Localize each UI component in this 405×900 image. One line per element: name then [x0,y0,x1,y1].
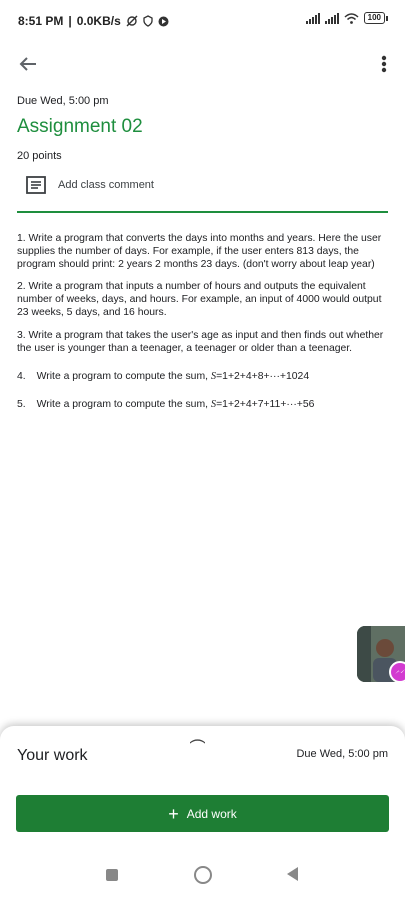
add-work-label: Add work [186,806,237,821]
question-5-sum: =1+2+4+7+11+···+56 [216,399,315,411]
question-4: 4. Write a program to compute the sum, S… [17,371,389,384]
points-label: 20 points [17,150,62,162]
question-5-text: Write a program to compute the sum, [36,399,208,411]
comment-icon [26,176,46,194]
question-1: 1. Write a program that converts the day… [17,233,382,270]
status-bar: 8:51 PM | 0.0KB/s 100 [0,0,405,40]
nav-back-icon[interactable] [287,867,298,881]
your-work-title: Your work [17,747,88,764]
more-options-button[interactable] [377,50,391,78]
signal-icon [305,12,320,24]
arrow-back-icon [19,57,36,71]
back-button[interactable] [14,50,42,78]
alarm-off-icon [126,15,138,27]
divider [17,211,388,213]
add-work-button[interactable]: + Add work [16,795,389,832]
more-vert-icon [381,55,387,73]
question-5: 5. Write a program to compute the sum, S… [17,399,389,412]
status-time: 8:51 PM [18,14,64,28]
system-nav-bar [0,858,405,894]
sheet-handle-icon[interactable]: ( [189,738,207,743]
messenger-badge-icon [389,661,405,683]
instructions: 1. Write a program that converts the day… [17,233,389,427]
question-4-text: Write a program to compute the sum, [36,371,208,383]
notification-dot-icon [158,16,169,26]
add-class-comment-button[interactable]: Add class comment [26,176,154,194]
plus-icon: + [168,803,179,824]
question-4-sum: =1+2+4+8+···+1024 [216,371,310,383]
wifi-icon [344,12,359,24]
network-speed: 0.0KB/s [76,14,121,28]
battery-icon: 100 [363,12,389,24]
add-class-comment-label: Add class comment [58,179,154,191]
question-2: 2. Write a program that inputs a number … [17,281,382,318]
question-5-number: 5. [17,399,26,411]
signal-icon-2 [324,12,339,24]
due-date-bottom: Due Wed, 5:00 pm [296,748,388,760]
question-3: 3. Write a program that takes the user's… [17,329,384,354]
shield-icon [143,15,153,27]
home-icon[interactable] [194,866,212,884]
assignment-title: Assignment 02 [17,116,143,137]
due-date: Due Wed, 5:00 pm [17,95,109,107]
question-4-number: 4. [17,371,26,383]
top-app-bar [0,44,405,84]
recent-apps-icon[interactable] [106,869,118,881]
